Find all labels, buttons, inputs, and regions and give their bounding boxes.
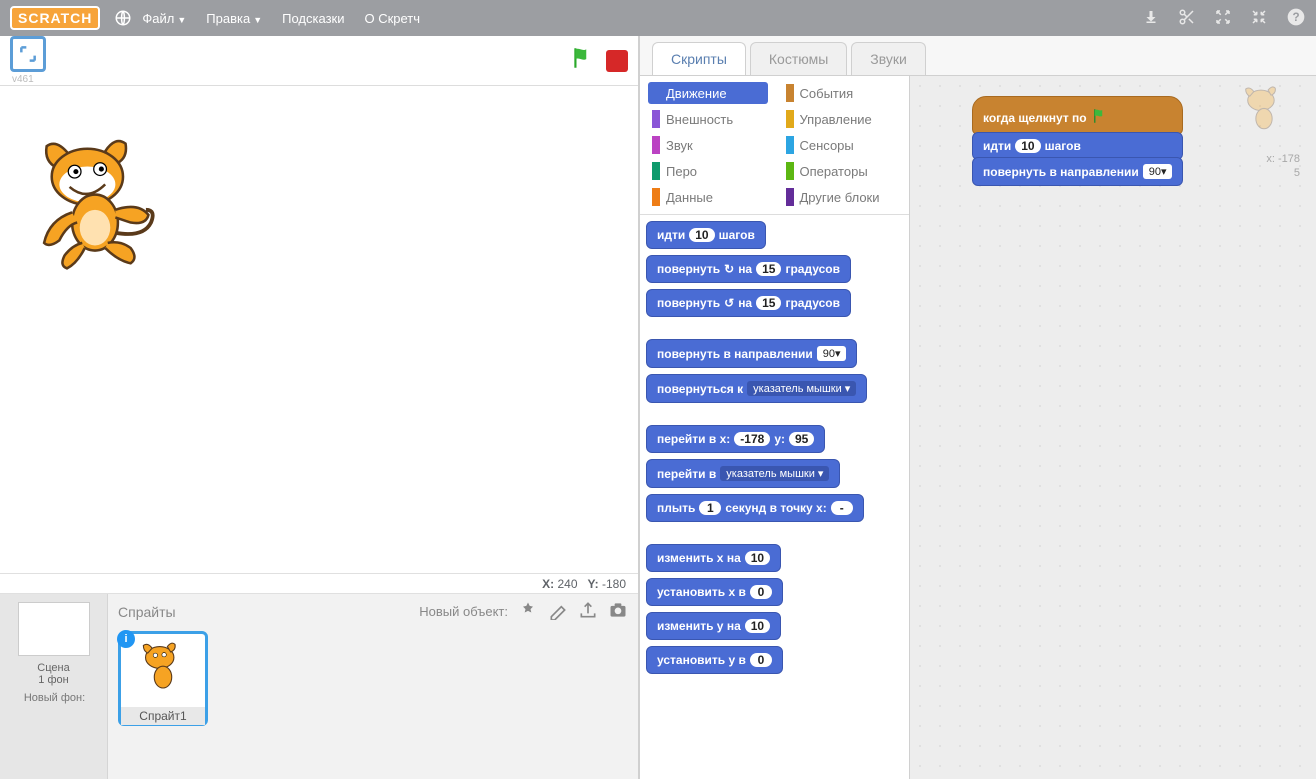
paint-sprite-icon[interactable]: [548, 600, 568, 623]
upload-sprite-icon[interactable]: [578, 600, 598, 623]
block-turn-cw[interactable]: повернуть↻на15градусов: [646, 255, 851, 283]
menu-file[interactable]: Файл▼: [142, 11, 186, 26]
stage-mouse-coords: X: 240 Y: -180: [0, 574, 638, 594]
scene-column: Сцена 1 фон Новый фон:: [0, 594, 108, 779]
green-flag-button[interactable]: [570, 45, 596, 76]
editor-tabs: Скрипты Костюмы Звуки: [640, 36, 1316, 76]
category-operators[interactable]: Операторы: [782, 160, 902, 182]
scratch-logo[interactable]: SCRATCH: [10, 6, 100, 30]
category-sensing[interactable]: Сенсоры: [782, 134, 902, 156]
category-looks[interactable]: Внешность: [648, 108, 768, 130]
block-turn-ccw[interactable]: повернуть↺на15градусов: [646, 289, 851, 317]
block-category-grid: Движение События Внешность Управление Зв…: [640, 76, 909, 215]
version-label: v461: [12, 74, 46, 85]
new-backdrop-label: Новый фон:: [8, 686, 99, 704]
block-point-direction-script[interactable]: повернуть в направлении90▾: [972, 157, 1183, 186]
scissors-icon[interactable]: [1178, 8, 1196, 29]
new-object-label: Новый объект:: [419, 604, 508, 619]
shrink-icon[interactable]: [1250, 8, 1268, 29]
choose-sprite-icon[interactable]: [518, 600, 538, 623]
sprite-item[interactable]: i Спрайт1: [118, 631, 208, 726]
category-events[interactable]: События: [782, 82, 902, 104]
stop-button[interactable]: [606, 50, 628, 72]
green-flag-icon: [1091, 107, 1109, 128]
stamp-icon[interactable]: [1142, 8, 1160, 29]
category-more[interactable]: Другие блоки: [782, 186, 902, 208]
top-menu-bar: SCRATCH Файл▼ Правка▼ Подсказки О Скретч…: [0, 0, 1316, 36]
block-set-y[interactable]: установить y в0: [646, 646, 783, 674]
script-stack[interactable]: когда щелкнут по идти10шагов повернуть в…: [972, 96, 1183, 183]
block-change-y[interactable]: изменить y на10: [646, 612, 781, 640]
block-point-direction[interactable]: повернуть в направлении90▾: [646, 339, 857, 368]
sprites-header-label: Спрайты: [118, 604, 176, 620]
sprite-watermark-icon: [1236, 84, 1292, 145]
sprite-name-label: Спрайт1: [121, 707, 205, 725]
tab-scripts[interactable]: Скрипты: [652, 42, 746, 75]
script-canvas[interactable]: x: -178 5 когда щелкнут по идти10шагов: [910, 76, 1316, 779]
stage-pane: v461: [0, 36, 640, 779]
block-palette[interactable]: идти10шагов повернуть↻на15градусов повер…: [640, 215, 909, 779]
menu-tips[interactable]: Подсказки: [282, 11, 344, 26]
tab-costumes[interactable]: Костюмы: [750, 42, 847, 75]
category-data[interactable]: Данные: [648, 186, 768, 208]
fullscreen-button[interactable]: [10, 36, 46, 72]
category-motion[interactable]: Движение: [648, 82, 768, 104]
rotate-cw-icon: ↻: [724, 262, 734, 276]
grow-icon[interactable]: [1214, 8, 1232, 29]
rotate-ccw-icon: ↺: [724, 296, 734, 310]
block-goto[interactable]: перейти вуказатель мышки ▾: [646, 459, 840, 488]
language-icon[interactable]: [114, 9, 132, 27]
block-point-towards[interactable]: повернуться куказатель мышки ▾: [646, 374, 867, 403]
scene-backdrop-count: 1 фон: [8, 674, 99, 686]
svg-text:?: ?: [1292, 11, 1299, 24]
block-set-x[interactable]: установить x в0: [646, 578, 783, 606]
category-sound[interactable]: Звук: [648, 134, 768, 156]
block-move-steps[interactable]: идти10шагов: [646, 221, 766, 249]
block-glide[interactable]: плыть1секунд в точку x:-: [646, 494, 864, 522]
category-pen[interactable]: Перо: [648, 160, 768, 182]
block-move-steps-script[interactable]: идти10шагов: [972, 132, 1183, 160]
block-when-flag-clicked[interactable]: когда щелкнут по: [972, 96, 1183, 135]
camera-sprite-icon[interactable]: [608, 600, 628, 623]
tab-sounds[interactable]: Звуки: [851, 42, 926, 75]
scene-label: Сцена: [8, 662, 99, 674]
sprite-on-stage[interactable]: [30, 136, 160, 281]
block-change-x[interactable]: изменить x на10: [646, 544, 781, 572]
menu-about[interactable]: О Скретч: [364, 11, 420, 26]
block-goto-xy[interactable]: перейти в x:-178y:95: [646, 425, 825, 453]
scene-thumbnail[interactable]: [18, 602, 90, 656]
category-control[interactable]: Управление: [782, 108, 902, 130]
sprite-position-readout: x: -178 5: [1266, 152, 1300, 180]
sprite-info-icon[interactable]: i: [117, 630, 135, 648]
help-icon[interactable]: ?: [1286, 7, 1306, 30]
stage-canvas[interactable]: [0, 86, 638, 574]
menu-edit[interactable]: Правка▼: [206, 11, 262, 26]
